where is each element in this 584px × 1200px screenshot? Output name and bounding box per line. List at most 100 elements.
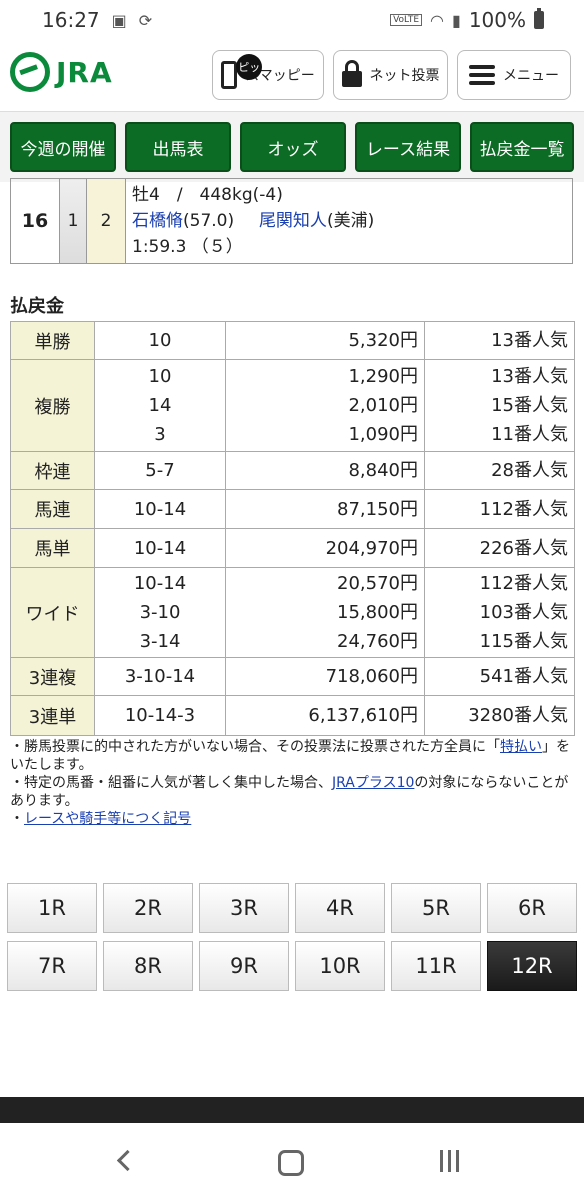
menu-button[interactable]: メニュー	[457, 50, 571, 100]
note-text: ・勝馬投票に的中された方がいない場合、その投票法に投票された方全員に「	[10, 739, 500, 755]
main-nav: 今週の開催 出馬表 オッズ レース結果 払戻金一覧	[0, 112, 584, 182]
nav-this-week[interactable]: 今週の開催	[10, 122, 116, 172]
jockey-weight: (57.0)	[183, 211, 235, 231]
bet-type: 馬単	[10, 528, 95, 568]
jra-logo-icon	[10, 52, 50, 92]
bet-amount: 5,320円	[225, 321, 425, 360]
bet-amount: 1,290円 2,010円 1,090円	[225, 359, 425, 452]
volte-icon: VoLTE	[390, 14, 423, 26]
nav-entries[interactable]: 出馬表	[125, 122, 231, 172]
smappy-button[interactable]: ピッ スマッピー	[212, 50, 324, 100]
finish-rank: 16	[10, 178, 60, 264]
bet-popularity: 112番人気 103番人気 115番人気	[424, 567, 575, 658]
horse-info: 牡4 / 448kg(-4) 石橋脩(57.0) 尾関知人(美浦) 1:59.3…	[125, 178, 573, 264]
home-icon[interactable]	[278, 1150, 304, 1176]
bet-number: 10-14-3	[94, 695, 226, 736]
bet-number: 5-7	[94, 451, 226, 490]
bet-amount: 204,970円	[225, 528, 425, 568]
bet-amount-line: 1,290円	[348, 366, 418, 387]
table-row: ワイド 10-14 3-10 3-14 20,570円 15,800円 24,7…	[10, 567, 575, 658]
back-icon[interactable]	[116, 1149, 139, 1172]
bet-type: 3連複	[10, 657, 95, 696]
net-vote-label: ネット投票	[369, 68, 440, 84]
race-button-1r[interactable]: 1R	[7, 883, 97, 933]
jra-logo[interactable]: JRA	[10, 52, 113, 92]
table-row: 16 1 2 牡4 / 448kg(-4) 石橋脩(57.0) 尾関知人(美浦)…	[10, 178, 573, 264]
result-table: 16 1 2 牡4 / 448kg(-4) 石橋脩(57.0) 尾関知人(美浦)…	[10, 178, 573, 264]
bet-popularity-line: 115番人気	[479, 631, 568, 652]
gallery-icon: ▣	[111, 10, 127, 30]
nav-odds[interactable]: オッズ	[240, 122, 346, 172]
nav-payout-list[interactable]: 払戻金一覧	[470, 122, 574, 172]
signal-icon: ▮	[452, 10, 461, 30]
jra-plus10-link[interactable]: JRAプラス10	[332, 775, 414, 791]
payout-title: 払戻金	[10, 296, 64, 317]
horse-number: 2	[86, 178, 126, 264]
bet-type: ワイド	[10, 567, 95, 658]
race-button-8r[interactable]: 8R	[103, 941, 193, 991]
bet-type: 単勝	[10, 321, 95, 360]
note-jra-plus10: ・特定の馬番・組番に人気が著しく集中した場合、JRAプラス10の対象にならないこ…	[10, 774, 570, 810]
bet-number: 10-14	[94, 489, 226, 529]
symbols-link[interactable]: レースや騎手等につく記号	[24, 811, 191, 827]
bet-amount-line: 2,010円	[348, 395, 418, 416]
race-button-3r[interactable]: 3R	[199, 883, 289, 933]
bet-number-line: 3-14	[139, 631, 181, 652]
race-button-2r[interactable]: 2R	[103, 883, 193, 933]
bet-popularity: 541番人気	[424, 657, 575, 696]
battery-icon	[534, 8, 544, 29]
race-button-11r[interactable]: 11R	[391, 941, 481, 991]
bet-popularity-line: 112番人気	[479, 573, 568, 594]
bet-amount-line: 20,570円	[337, 573, 418, 594]
bet-type: 枠連	[10, 451, 95, 490]
bet-popularity-line: 103番人気	[479, 602, 568, 623]
bet-popularity: 13番人気	[424, 321, 575, 360]
bet-popularity: 112番人気	[424, 489, 575, 529]
wifi-icon: ◠	[430, 10, 444, 30]
race-button-10r[interactable]: 10R	[295, 941, 385, 991]
jockey-link[interactable]: 石橋脩	[132, 211, 183, 231]
hamburger-icon	[469, 65, 495, 85]
system-nav-bar	[0, 1123, 584, 1200]
note-text: ・特定の馬番・組番に人気が著しく集中した場合、	[10, 775, 332, 791]
bet-amount-line: 15,800円	[337, 602, 418, 623]
bet-popularity: 3280番人気	[424, 695, 575, 736]
bet-type: 3連単	[10, 695, 95, 736]
status-time: 16:27	[42, 8, 100, 32]
table-row: 複勝 10 14 3 1,290円 2,010円 1,090円 13番人気 15…	[10, 359, 575, 452]
race-button-12r[interactable]: 12R	[487, 941, 577, 991]
logo-text: JRA	[56, 55, 113, 89]
recent-apps-icon[interactable]	[440, 1150, 459, 1172]
race-button-6r[interactable]: 6R	[487, 883, 577, 933]
bet-amount: 6,137,610円	[225, 695, 425, 736]
bet-type: 馬連	[10, 489, 95, 529]
table-row: 単勝 10 5,320円 13番人気	[10, 321, 575, 360]
bet-number: 10-14	[94, 528, 226, 568]
time-rank: 1:59.3 （５）	[132, 237, 243, 257]
bet-number-line: 14	[148, 395, 172, 416]
race-button-5r[interactable]: 5R	[391, 883, 481, 933]
bet-amount-line: 24,760円	[337, 631, 418, 652]
race-button-9r[interactable]: 9R	[199, 941, 289, 991]
bet-amount-line: 1,090円	[348, 424, 418, 445]
note-tokubarai: ・勝馬投票に的中された方がいない場合、その投票法に投票された方全員に「特払い」を…	[10, 738, 570, 774]
bet-amount: 8,840円	[225, 451, 425, 490]
trainer-region: (美浦)	[326, 211, 375, 231]
waku-number: 1	[59, 178, 87, 264]
nav-results[interactable]: レース結果	[355, 122, 461, 172]
bet-amount: 20,570円 15,800円 24,760円	[225, 567, 425, 658]
bet-number: 10 14 3	[94, 359, 226, 452]
race-button-7r[interactable]: 7R	[7, 941, 97, 991]
phone-icon: ピッ	[221, 54, 263, 89]
race-button-4r[interactable]: 4R	[295, 883, 385, 933]
bet-popularity-line: 11番人気	[491, 424, 568, 445]
net-vote-button[interactable]: ネット投票	[333, 50, 448, 100]
bet-popularity: 13番人気 15番人気 11番人気	[424, 359, 575, 452]
jockey-trainer-line: 石橋脩(57.0) 尾関知人(美浦)	[132, 208, 566, 234]
bet-number-line: 3	[154, 424, 166, 445]
sync-icon: ⟳	[138, 10, 153, 30]
bet-type: 複勝	[10, 359, 95, 452]
tokubarai-link[interactable]: 特払い	[500, 739, 542, 755]
table-row: 枠連 5-7 8,840円 28番人気	[10, 451, 575, 490]
trainer-link[interactable]: 尾関知人	[259, 211, 327, 231]
